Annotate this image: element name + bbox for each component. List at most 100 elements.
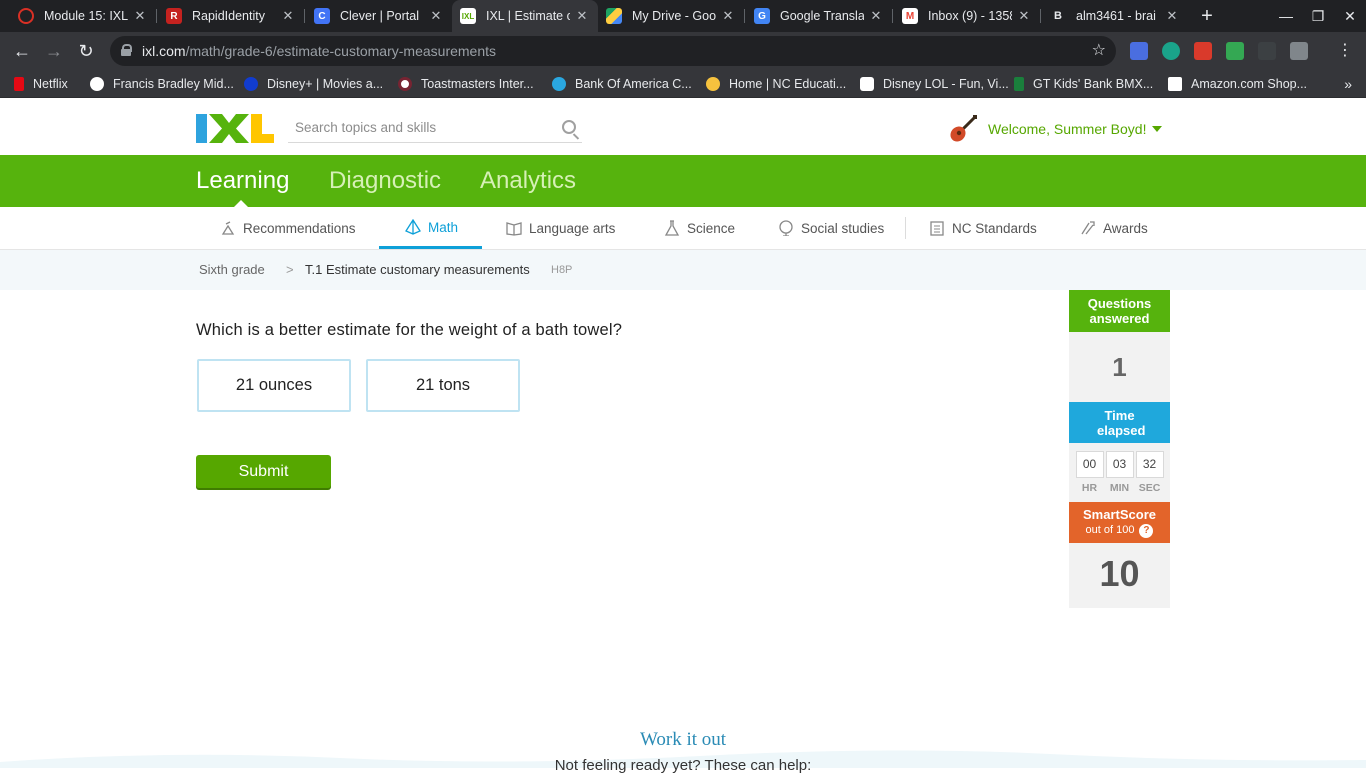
question-text: Which is a better estimate for the weigh…	[196, 321, 623, 339]
close-icon[interactable]: ✕	[280, 8, 296, 24]
forward-arrow-icon[interactable]: →	[41, 38, 67, 64]
browser-tab-strip: Module 15: IXL ✕ R RapidIdentity ✕ C Cle…	[0, 0, 1366, 32]
bookmark-item[interactable]: Amazon.com Shop...	[1168, 70, 1307, 98]
chevron-down-icon	[1152, 126, 1163, 132]
smartscore-header: SmartScore out of 100?	[1069, 502, 1170, 543]
bookmark-item[interactable]: Home | NC Educati...	[706, 70, 846, 98]
browser-tab[interactable]: R RapidIdentity ✕	[158, 0, 304, 32]
back-arrow-icon[interactable]: ←	[9, 38, 35, 64]
user-menu[interactable]: Welcome, Summer Boyd!	[948, 113, 1163, 145]
close-icon[interactable]: ✕	[132, 8, 148, 24]
disney-lol-icon	[860, 77, 874, 91]
tab-awards[interactable]: Awards	[1080, 207, 1148, 249]
browser-tab[interactable]: M Inbox (9) - 1358 ✕	[894, 0, 1040, 32]
submit-button[interactable]: Submit	[196, 455, 331, 488]
timer-minutes: 03 MIN	[1105, 451, 1134, 494]
bookmark-item[interactable]: Disney LOL - Fun, Vi...	[860, 70, 1009, 98]
tab-recommendations[interactable]: Recommendations	[220, 207, 356, 249]
new-tab-button[interactable]: +	[1196, 4, 1218, 28]
gmail-icon: M	[902, 8, 918, 24]
timer-hours: 00 HR	[1075, 451, 1104, 494]
recommendations-icon	[221, 221, 235, 235]
close-icon[interactable]: ✕	[1016, 8, 1032, 24]
close-icon[interactable]: ✕	[428, 8, 444, 24]
flask-icon	[664, 220, 680, 236]
clipboard-icon	[930, 221, 944, 236]
bookmark-item[interactable]: Disney+ | Movies a...	[244, 70, 383, 98]
clever-icon: C	[314, 8, 330, 24]
book-icon	[506, 222, 522, 236]
ring-icon	[18, 8, 34, 24]
main-nav: Learning Diagnostic Analytics	[0, 155, 1366, 207]
bookmarks-overflow-icon[interactable]: »	[1344, 70, 1352, 98]
search-input[interactable]: Search topics and skills	[288, 113, 582, 143]
awards-icon	[1081, 221, 1095, 235]
answer-choice[interactable]: 21 tons	[366, 359, 520, 412]
address-bar[interactable]: ixl.com/math/grade-6/estimate-customary-…	[110, 36, 1116, 66]
rapididentity-icon: R	[166, 8, 182, 24]
answer-choice[interactable]: 21 ounces	[197, 359, 351, 412]
bookmark-item[interactable]: Netflix	[14, 70, 68, 98]
video-extension-icon[interactable]	[1130, 42, 1148, 60]
green-extension-icon[interactable]	[1226, 42, 1244, 60]
skill-code: H8P	[551, 264, 573, 276]
tab-social-studies[interactable]: Social studies	[778, 207, 884, 249]
drive-icon	[606, 8, 622, 24]
guitar-avatar-icon	[950, 115, 977, 142]
nav-analytics[interactable]: Analytics	[480, 155, 576, 207]
work-it-out-heading: Work it out	[639, 729, 727, 750]
nav-diagnostic[interactable]: Diagnostic	[329, 155, 441, 207]
tab-language-arts[interactable]: Language arts	[506, 207, 615, 249]
minimize-icon[interactable]: —	[1270, 0, 1302, 32]
tab-science[interactable]: Science	[664, 207, 735, 249]
browser-tab[interactable]: My Drive - Goog ✕	[598, 0, 744, 32]
lock-icon	[121, 44, 132, 56]
url-text: ixl.com/math/grade-6/estimate-customary-…	[142, 43, 497, 59]
bookmark-item[interactable]: Francis Bradley Mid...	[90, 70, 234, 98]
browser-tab[interactable]: B alm3461 - brai ✕	[1042, 0, 1188, 32]
help-icon[interactable]: ?	[1139, 523, 1154, 538]
globe-icon	[779, 220, 793, 236]
amazon-icon	[1168, 77, 1182, 91]
bank-icon	[552, 77, 566, 91]
brainly-icon: B	[1054, 10, 1062, 22]
bookmark-star-icon[interactable]: ☆	[1092, 36, 1106, 66]
bookmark-item[interactable]: Toastmasters Inter...	[398, 70, 534, 98]
netflix-icon	[14, 77, 24, 91]
stats-panel: Questions answered 1 Time elapsed 00 HR 03…	[1069, 290, 1170, 608]
nc-education-icon	[706, 77, 720, 91]
close-icon[interactable]: ✕	[1164, 8, 1180, 24]
smartscore-value: 10	[1069, 543, 1170, 608]
bookmark-item[interactable]: Bank Of America C...	[552, 70, 692, 98]
time-elapsed-display: 00 HR 03 MIN 32 SEC	[1069, 443, 1170, 502]
close-window-icon[interactable]: ✕	[1334, 0, 1366, 32]
close-icon[interactable]: ✕	[868, 8, 884, 24]
close-icon[interactable]: ✕	[720, 8, 736, 24]
browser-tab-active[interactable]: IXL IXL | Estimate c ✕	[452, 0, 598, 32]
tab-nc-standards[interactable]: NC Standards	[929, 207, 1037, 249]
globe-icon	[90, 77, 104, 91]
ixl-logo[interactable]	[196, 114, 274, 143]
search-icon[interactable]	[562, 120, 576, 134]
bookmarks-bar: Netflix Francis Bradley Mid... Disney+ |…	[0, 70, 1366, 98]
close-icon[interactable]: ✕	[574, 8, 590, 24]
breadcrumb-grade[interactable]: Sixth grade	[199, 250, 265, 290]
restore-icon[interactable]: ❐	[1302, 0, 1334, 32]
k-extension-icon[interactable]	[1290, 42, 1308, 60]
hat-extension-icon[interactable]	[1258, 42, 1276, 60]
grammarly-extension-icon[interactable]	[1162, 42, 1180, 60]
timer-seconds: 32 SEC	[1135, 451, 1164, 494]
breadcrumb-skill: T.1 Estimate customary measurements	[305, 262, 530, 277]
browser-tab[interactable]: Module 15: IXL ✕	[10, 0, 156, 32]
menu-dots-icon[interactable]: ⋮	[1332, 38, 1358, 64]
bookmark-item[interactable]: GT Kids' Bank BMX...	[1014, 70, 1153, 98]
tab-math[interactable]: Math	[379, 207, 482, 249]
reload-icon[interactable]: ↻	[73, 38, 99, 64]
subject-nav: Recommendations Math Language arts Scien…	[0, 207, 1366, 250]
time-elapsed-header: Time elapsed	[1069, 402, 1170, 443]
browser-tab[interactable]: C Clever | Portal ✕	[306, 0, 452, 32]
rapididentity-extension-icon[interactable]	[1194, 42, 1212, 60]
browser-tab[interactable]: G Google Transla ✕	[746, 0, 892, 32]
gt-bmx-icon	[1014, 77, 1024, 91]
ixl-icon: IXL	[460, 8, 476, 24]
